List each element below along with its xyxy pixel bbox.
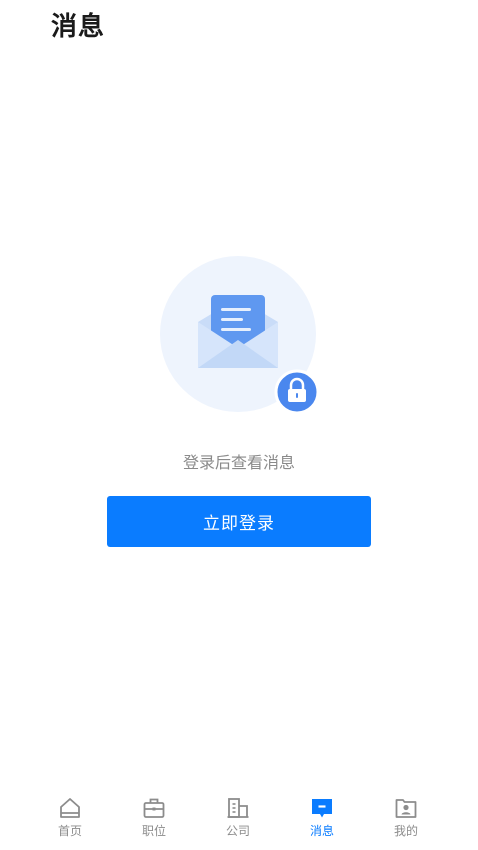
page-title: 消息 bbox=[51, 12, 106, 42]
tab-profile[interactable]: 我的 bbox=[376, 790, 436, 850]
bottom-tab-bar: 首页 职位 公司 消息 我的 bbox=[0, 790, 478, 850]
message-icon bbox=[312, 799, 332, 818]
home-icon bbox=[60, 798, 80, 818]
building-icon bbox=[227, 798, 249, 818]
login-button[interactable]: 立即登录 bbox=[107, 496, 371, 547]
tab-home[interactable]: 首页 bbox=[40, 790, 100, 850]
empty-state-message: 登录后查看消息 bbox=[182, 453, 295, 472]
tab-jobs-label: 职位 bbox=[141, 824, 166, 838]
tab-home-label: 首页 bbox=[57, 824, 82, 838]
tab-profile-label: 我的 bbox=[393, 824, 418, 838]
locked-envelope-icon bbox=[160, 256, 320, 415]
tab-companies-label: 公司 bbox=[225, 824, 250, 838]
tab-messages[interactable]: 消息 bbox=[292, 790, 352, 850]
profile-icon bbox=[395, 799, 417, 818]
tab-messages-label: 消息 bbox=[309, 824, 334, 838]
tab-jobs[interactable]: 职位 bbox=[124, 790, 184, 850]
tab-companies[interactable]: 公司 bbox=[208, 790, 268, 850]
briefcase-icon bbox=[143, 798, 165, 818]
